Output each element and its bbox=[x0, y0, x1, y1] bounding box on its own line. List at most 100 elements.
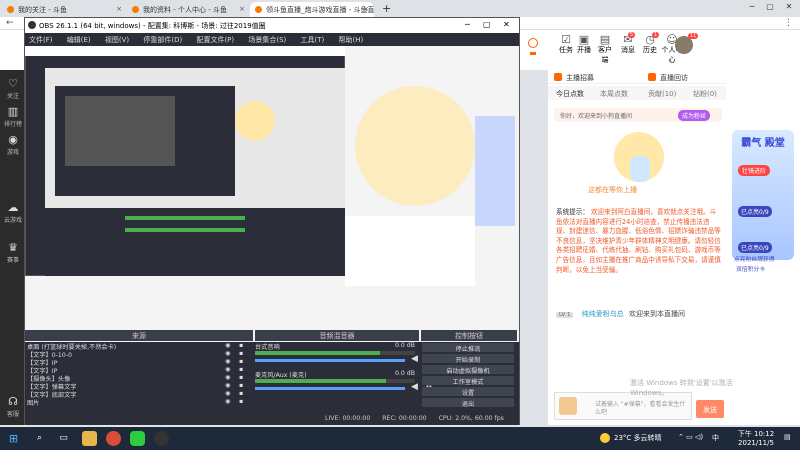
nav-support[interactable]: ☊ 客服 bbox=[0, 396, 26, 418]
eye-icon[interactable]: ◉ bbox=[225, 358, 230, 365]
volume-slider[interactable] bbox=[255, 387, 405, 390]
cloud-game-icon: ☁ bbox=[7, 201, 19, 214]
source-item[interactable]: 【文字】弹幕文字 ◉ ▪ bbox=[27, 382, 251, 391]
source-item[interactable]: 【文字】底部文字 ◉ ▪ bbox=[27, 390, 251, 399]
eye-icon[interactable]: ◉ bbox=[225, 390, 230, 397]
source-item[interactable]: 【文字】IP ◉ ▪ bbox=[27, 358, 251, 367]
panel-tab-bar: 主播招募 直播回访 bbox=[548, 70, 726, 84]
eye-icon[interactable]: ◉ bbox=[225, 366, 230, 373]
header-broadcast[interactable]: ▣ 开播 bbox=[576, 34, 592, 55]
exit-button[interactable]: 退出 bbox=[422, 398, 514, 408]
virtual-camera-button[interactable]: 启动虚拟摄像机 bbox=[422, 365, 514, 375]
menu-view[interactable]: 视图(V) bbox=[105, 36, 129, 44]
menu-tools[interactable]: 工具(T) bbox=[301, 36, 325, 44]
search-icon[interactable]: ⌕ bbox=[32, 431, 47, 446]
window-close-icon[interactable]: ✕ bbox=[503, 20, 510, 29]
nav-ranking[interactable]: ▥ 排行榜 bbox=[0, 106, 26, 128]
tab-anchor-recruit[interactable]: 主播招募 bbox=[566, 73, 594, 83]
system-tray-icons[interactable]: ⌃ ▭ ◁) bbox=[678, 433, 703, 441]
speaker-icon[interactable]: ◀ bbox=[411, 382, 418, 392]
input-language[interactable]: 中 bbox=[712, 433, 719, 443]
eye-icon[interactable]: ◉ bbox=[225, 382, 230, 389]
ad-pill-button[interactable]: 壮镜进阶 bbox=[738, 165, 771, 176]
welcome-user[interactable]: 纯纯爱粉乌总 bbox=[582, 310, 624, 318]
weather-text[interactable]: 23°C 多云转晴 bbox=[614, 433, 662, 443]
ad-title: 霸气 殿堂 bbox=[741, 138, 785, 149]
rank-tab-today[interactable]: 今日点数 bbox=[556, 89, 584, 99]
douyu-logo-icon[interactable] bbox=[528, 38, 538, 48]
source-item[interactable]: 【文字】IP ◉ ▪ bbox=[27, 366, 251, 375]
close-icon[interactable]: × bbox=[239, 5, 245, 13]
notification-icon[interactable]: ▤ bbox=[784, 433, 791, 441]
new-tab-button[interactable]: + bbox=[382, 2, 391, 15]
menu-profile[interactable]: 配置文件(P) bbox=[196, 36, 234, 44]
speaker-icon[interactable]: ◀ bbox=[411, 354, 418, 364]
header-client[interactable]: ▤ 客户端 bbox=[595, 34, 615, 65]
browser-menu-icon[interactable]: ⋮ bbox=[784, 18, 793, 28]
volume-slider[interactable] bbox=[255, 359, 405, 362]
eye-icon[interactable]: ◉ bbox=[225, 350, 230, 357]
menu-file[interactable]: 文件(F) bbox=[29, 36, 53, 44]
minimize-icon[interactable]: ─ bbox=[744, 2, 760, 14]
ad-card[interactable] bbox=[732, 130, 794, 260]
menu-scene-collection[interactable]: 场景集合(S) bbox=[248, 36, 286, 44]
client-icon: ▤ bbox=[599, 33, 611, 46]
rank-tab-week[interactable]: 本周点数 bbox=[600, 89, 628, 99]
nav-follow[interactable]: ♡ 关注 bbox=[0, 78, 26, 100]
start-recording-button[interactable]: 开始录制 bbox=[422, 354, 514, 364]
window-close-icon[interactable]: ✕ bbox=[781, 2, 797, 14]
lock-icon[interactable]: ▪ bbox=[239, 350, 243, 357]
maximize-icon[interactable]: ▢ bbox=[762, 2, 778, 14]
clock[interactable]: 下午 10:12 2021/11/5 bbox=[736, 429, 776, 447]
ad-cta-text[interactable]: 点亮粉丝牌获得 bbox=[734, 254, 775, 263]
settings-button[interactable]: 设置 bbox=[422, 387, 514, 397]
eye-icon[interactable]: ◉ bbox=[225, 374, 230, 381]
minimize-icon[interactable]: ─ bbox=[465, 20, 470, 29]
close-icon[interactable]: × bbox=[116, 5, 122, 13]
header-icon-label: 客户端 bbox=[598, 46, 612, 64]
ad-cta-text[interactable]: 双倍积分卡 bbox=[736, 264, 765, 273]
nav-events[interactable]: ♛ 赛事 bbox=[0, 242, 26, 264]
lock-icon[interactable]: ▪ bbox=[239, 366, 243, 373]
lock-icon[interactable]: ▪ bbox=[239, 398, 243, 405]
source-item[interactable]: 桌面 (打篮球时要关掉,不然会卡) ◉ ▪ bbox=[27, 342, 251, 351]
gift-icon[interactable] bbox=[559, 397, 577, 415]
file-explorer-icon[interactable] bbox=[82, 431, 97, 446]
eye-icon[interactable]: ◉ bbox=[225, 398, 230, 405]
close-icon[interactable]: × bbox=[363, 5, 369, 13]
source-item[interactable]: 图片 ◉ ▪ bbox=[27, 398, 251, 407]
wechat-icon[interactable] bbox=[130, 431, 145, 446]
stop-streaming-button[interactable]: 停止推流 bbox=[422, 343, 514, 353]
rank-tab-contrib[interactable]: 贡献(10) bbox=[648, 89, 676, 99]
obs-preview[interactable] bbox=[25, 46, 519, 342]
source-item[interactable]: 【摄像头】头像 ◉ ▪ bbox=[27, 374, 251, 383]
become-fan-button[interactable]: 成为粉丝 bbox=[678, 110, 711, 121]
menu-edit[interactable]: 编辑(E) bbox=[67, 36, 91, 44]
task-view-icon[interactable]: ▭ bbox=[56, 431, 71, 446]
clock-date: 2021/11/5 bbox=[738, 439, 774, 447]
obs-taskbar-icon[interactable] bbox=[154, 431, 169, 446]
browser-tab-profile[interactable]: 我的资料 - 个人中心 - 斗鱼 × bbox=[127, 2, 250, 17]
lock-icon[interactable]: ▪ bbox=[239, 382, 243, 389]
studio-mode-button[interactable]: 工作室模式 bbox=[422, 376, 514, 386]
browser-tab-follow[interactable]: 我的关注 - 斗鱼 × bbox=[2, 2, 127, 17]
lock-icon[interactable]: ▪ bbox=[239, 342, 243, 349]
header-task[interactable]: ☑ 任务 bbox=[558, 34, 574, 55]
browser-tab-live[interactable]: 领斗鱼直播_炮斗游戏直播 - 斗鱼直 × bbox=[250, 2, 374, 17]
menu-docks[interactable]: 停靠部件(D) bbox=[143, 36, 182, 44]
nav-games[interactable]: ◉ 游戏 bbox=[0, 134, 26, 156]
menu-help[interactable]: 帮助(H) bbox=[339, 36, 364, 44]
source-item[interactable]: 【文字】0-10-0 ◉ ▪ bbox=[27, 350, 251, 359]
lock-icon[interactable]: ▪ bbox=[239, 390, 243, 397]
rank-tab-diamond[interactable]: 钻粉(0) bbox=[693, 89, 717, 99]
send-button[interactable]: 发送 bbox=[696, 400, 724, 418]
lock-icon[interactable]: ▪ bbox=[239, 358, 243, 365]
nav-cloud-game[interactable]: ☁ 云游戏 bbox=[0, 202, 26, 224]
eye-icon[interactable]: ◉ bbox=[225, 342, 230, 349]
windows-start-icon[interactable]: ⊞ bbox=[6, 431, 21, 446]
back-icon[interactable]: ← bbox=[6, 18, 14, 28]
tab-live-replay[interactable]: 直播回访 bbox=[660, 73, 688, 83]
chrome-icon[interactable] bbox=[106, 431, 121, 446]
maximize-icon[interactable]: ▢ bbox=[483, 20, 491, 29]
lock-icon[interactable]: ▪ bbox=[239, 374, 243, 381]
